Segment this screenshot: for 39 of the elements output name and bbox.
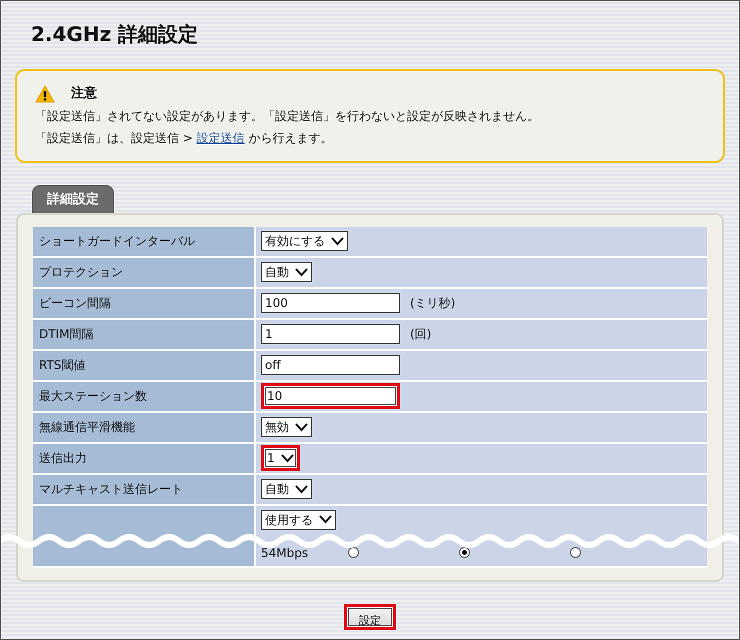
- caret-icon: [295, 268, 308, 276]
- notice-text: 「設定送信」は、設定送信 > 設定送信 から行えます。: [35, 130, 334, 147]
- warning-icon: [35, 85, 55, 103]
- caret-icon: [319, 515, 332, 524]
- dropdown[interactable]: 無効: [261, 417, 312, 437]
- dropdown[interactable]: 有効にする: [261, 231, 348, 251]
- field-label: DTIM間隔: [33, 320, 256, 348]
- input-field[interactable]: off: [261, 355, 400, 375]
- rate-label: 54Mbps: [261, 544, 308, 562]
- field-label: 最大ステーション数: [33, 382, 256, 410]
- caret-icon: [331, 236, 344, 246]
- unit-label: (回): [410, 326, 432, 343]
- field-label: 送信出力: [33, 444, 256, 472]
- input-field[interactable]: 1: [261, 324, 400, 344]
- field-label: RTS閾値: [33, 350, 256, 380]
- dropdown[interactable]: 使用する: [261, 510, 336, 530]
- dropdown[interactable]: 自動: [261, 479, 312, 499]
- notice-heading: 注意: [71, 84, 97, 103]
- section-tab[interactable]: 詳細設定: [32, 185, 114, 212]
- caret-icon: [280, 454, 294, 462]
- input-field[interactable]: 10: [261, 383, 400, 409]
- field-label: ショートガードインターバル: [33, 226, 256, 256]
- field-label: プロテクション: [33, 258, 256, 286]
- settings-link[interactable]: 設定送信: [196, 131, 245, 145]
- dropdown[interactable]: 1: [261, 445, 300, 471]
- radio-button[interactable]: [570, 547, 582, 558]
- submit-button[interactable]: 設定: [344, 604, 396, 630]
- field-label: ビーコン間隔: [33, 288, 256, 318]
- field-label: 無線通信平滑機能: [33, 412, 256, 442]
- page-title: 2.4GHz 詳細設定: [31, 21, 200, 48]
- input-field[interactable]: 100: [261, 293, 400, 313]
- dropdown[interactable]: 自動: [261, 262, 312, 282]
- unit-label: (ミリ秒): [410, 295, 456, 312]
- caret-icon: [295, 422, 308, 432]
- radio-button[interactable]: [348, 547, 360, 558]
- field-label: マルチキャスト送信レート: [33, 474, 256, 504]
- notice-text: 「設定送信」されてない設定があります。「設定送信」を行わないと設定が反映されません。: [35, 108, 540, 125]
- radio-button[interactable]: [459, 547, 470, 558]
- caret-icon: [295, 484, 308, 494]
